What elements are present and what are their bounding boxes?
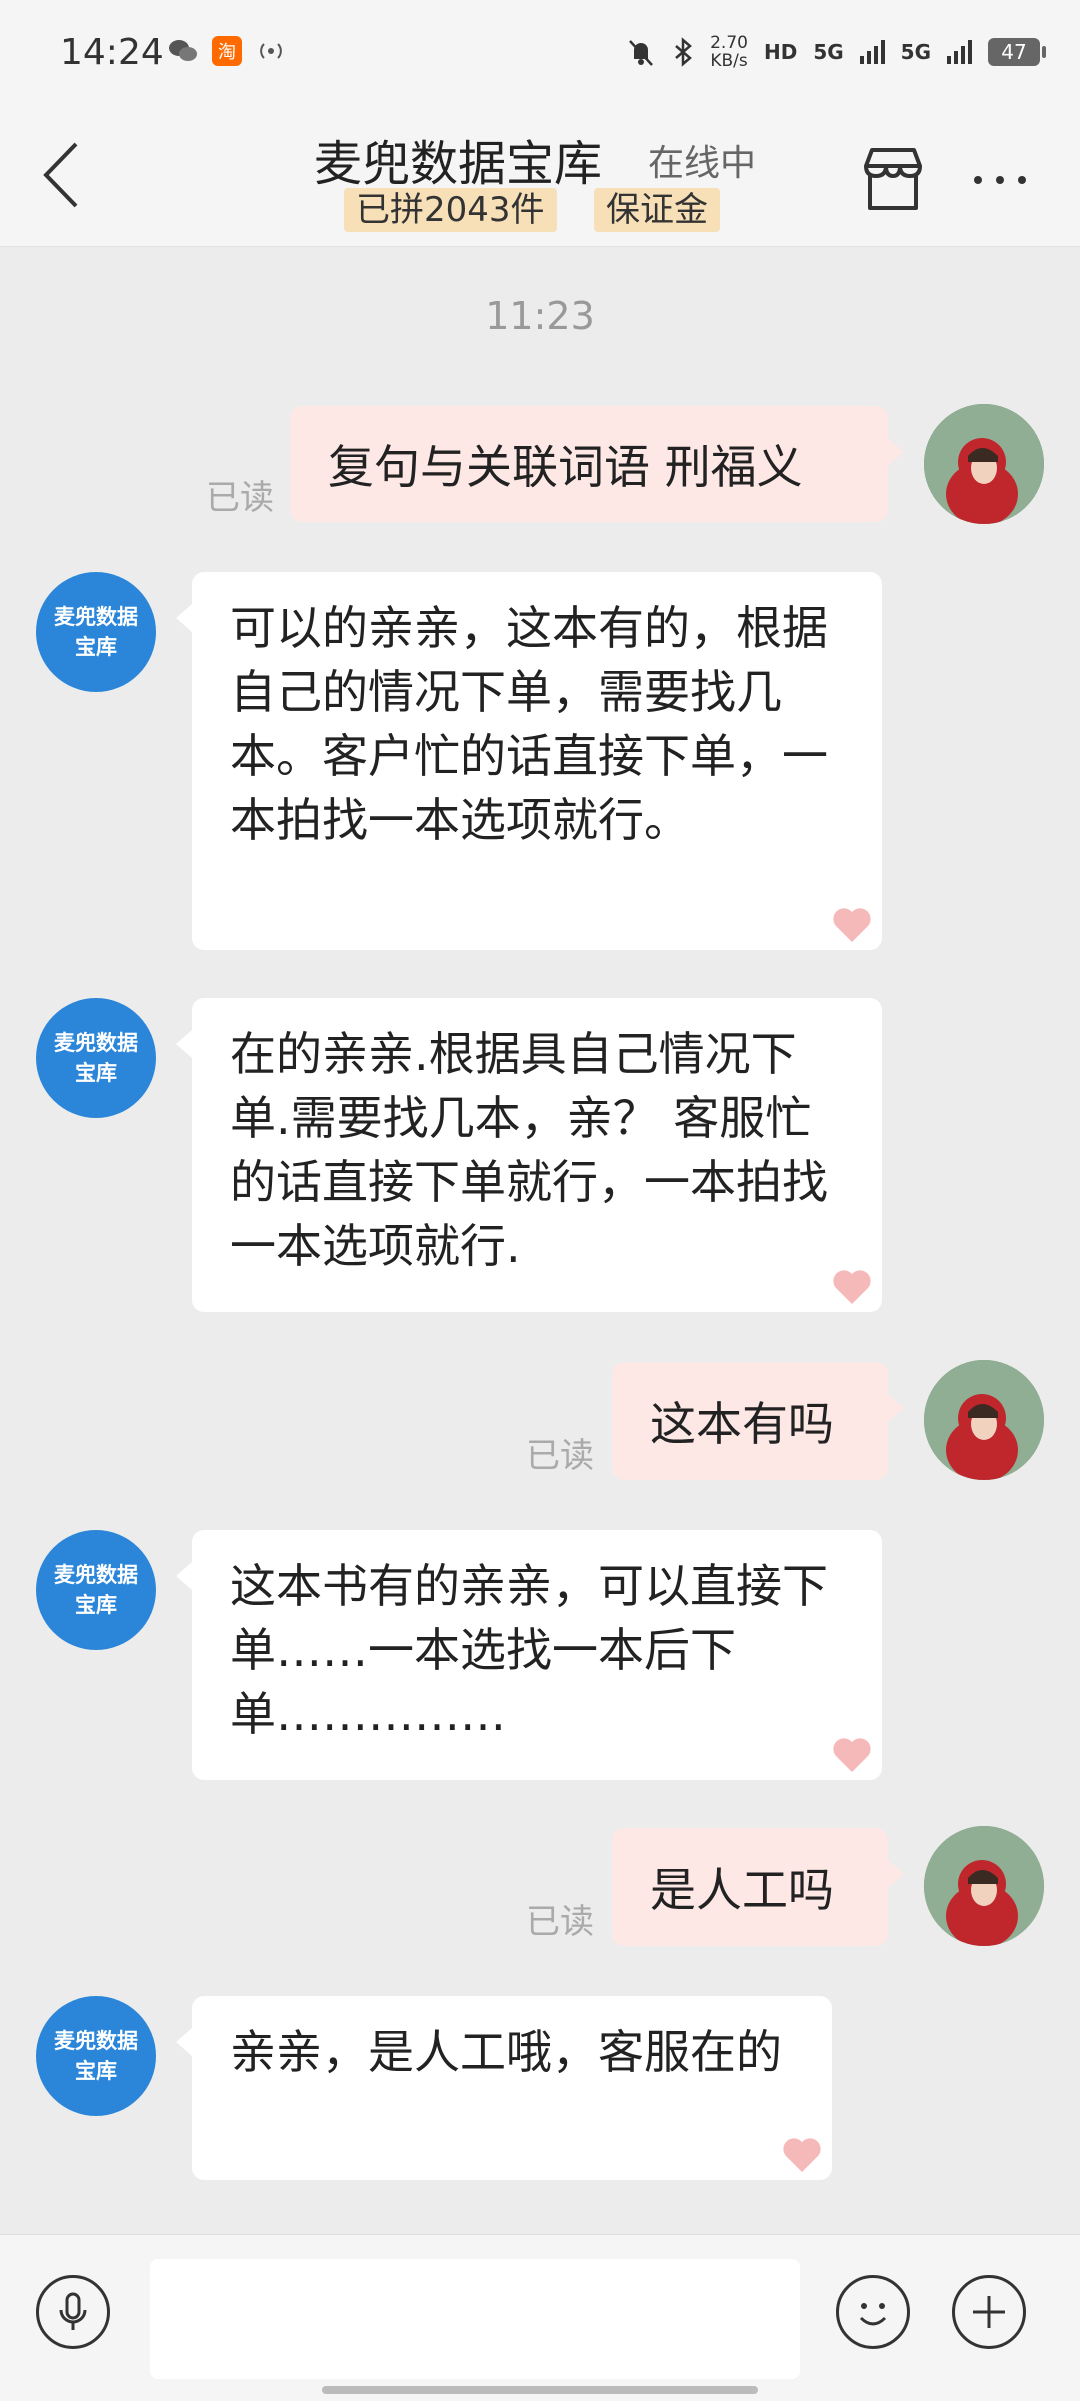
pin-watermark-icon xyxy=(833,1738,871,1772)
shop-avatar[interactable]: 麦兜数据 宝库 xyxy=(36,1996,156,2116)
user-avatar[interactable] xyxy=(924,1826,1044,1946)
hotspot-icon xyxy=(260,43,282,59)
voice-button[interactable] xyxy=(36,2275,110,2349)
store-icon[interactable] xyxy=(858,144,928,214)
signal-icon-2 xyxy=(947,40,972,64)
shop-avatar-line1: 麦兜数据 xyxy=(54,1563,138,1587)
user-avatar-image xyxy=(924,1360,1044,1480)
back-icon[interactable] xyxy=(36,130,96,220)
message-text: 复句与关联词语 刑福义 xyxy=(328,440,803,494)
speed-value: 2.70 xyxy=(710,33,748,53)
message-text: 在的亲亲.根据具自己情况下单.需要找几本，亲？ 客服忙的话直接下单就行，一本拍找… xyxy=(230,1027,828,1273)
bluetooth-icon xyxy=(675,37,693,67)
outgoing-message-bubble[interactable]: 复句与关联词语 刑福义 xyxy=(290,406,904,522)
incoming-message-bubble[interactable]: 这本书有的亲亲，可以直接下单……一本选找一本后下单…………… xyxy=(176,1530,882,1780)
wechat-icon xyxy=(169,40,197,61)
network-type-2: 5G xyxy=(900,40,931,64)
shop-name[interactable]: 麦兜数据宝库 xyxy=(314,124,602,194)
shop-avatar-line2: 宝库 xyxy=(75,635,117,659)
user-avatar[interactable] xyxy=(924,404,1044,524)
read-receipt: 已读 xyxy=(526,1902,594,1942)
pin-watermark-icon xyxy=(833,908,871,942)
smiley-icon xyxy=(859,2303,887,2326)
outgoing-message-bubble[interactable]: 这本有吗 xyxy=(612,1362,904,1480)
shop-avatar-line2: 宝库 xyxy=(75,1593,117,1617)
network-type-1: 5G xyxy=(813,40,844,64)
shop-avatar[interactable]: 麦兜数据 宝库 xyxy=(36,572,156,692)
status-right: 2.70 KB/s HD 5G 5G 47 xyxy=(626,34,1046,70)
online-status: 在线中 xyxy=(648,143,757,184)
message-text: 这本书有的亲亲，可以直接下单……一本选找一本后下单…………… xyxy=(230,1559,828,1741)
message-input[interactable] xyxy=(150,2259,800,2379)
microphone-icon xyxy=(59,2292,87,2330)
user-avatar-image xyxy=(924,1826,1044,1946)
network-speed: 2.70 KB/s xyxy=(710,34,748,70)
message-text: 可以的亲亲，这本有的，根据自己的情况下单，需要找几本。客户忙的话直接下单，一本拍… xyxy=(230,601,828,847)
shop-avatar-line2: 宝库 xyxy=(75,2059,117,2083)
read-receipt: 已读 xyxy=(206,478,274,518)
more-options-icon[interactable] xyxy=(960,160,1040,200)
chat-header: 麦兜数据宝库 在线中 已拼2043件 保证金 xyxy=(0,110,1080,247)
incoming-message-bubble[interactable]: 可以的亲亲，这本有的，根据自己的情况下单，需要找几本。客户忙的话直接下单，一本拍… xyxy=(176,572,882,950)
sales-badge: 已拼2043件 xyxy=(344,188,557,232)
incoming-message-bubble[interactable]: 亲亲，是人工哦，客服在的 xyxy=(176,1996,832,2180)
incoming-message-bubble[interactable]: 在的亲亲.根据具自己情况下单.需要找几本，亲？ 客服忙的话直接下单就行，一本拍找… xyxy=(176,998,882,1312)
plus-icon xyxy=(973,2296,1005,2328)
user-avatar-image xyxy=(924,404,1044,524)
read-receipt: 已读 xyxy=(526,1436,594,1476)
taobao-icon: 淘 xyxy=(212,36,242,66)
svg-text:淘: 淘 xyxy=(218,42,236,63)
speed-unit: KB/s xyxy=(710,51,748,71)
hd-label: HD xyxy=(763,40,798,64)
status-time: 14:24 xyxy=(60,32,164,73)
outgoing-message-bubble[interactable]: 是人工吗 xyxy=(612,1828,904,1946)
battery-icon: 47 xyxy=(988,38,1046,66)
message-text: 是人工吗 xyxy=(650,1863,834,1917)
shop-avatar[interactable]: 麦兜数据 宝库 xyxy=(36,1530,156,1650)
status-bar: 14:24 淘 2.70 KB/s HD 5G 5G 47 xyxy=(0,0,1080,110)
mute-bell-icon xyxy=(629,40,654,66)
home-indicator[interactable] xyxy=(322,2386,758,2394)
shop-avatar-line1: 麦兜数据 xyxy=(54,2029,138,2053)
shop-avatar-line1: 麦兜数据 xyxy=(54,605,138,629)
shop-avatar-line2: 宝库 xyxy=(75,1061,117,1085)
notification-icons: 淘 xyxy=(168,36,286,66)
chat-timestamp: 11:23 xyxy=(485,294,595,338)
input-bar xyxy=(0,2234,1080,2401)
user-avatar[interactable] xyxy=(924,1360,1044,1480)
emoji-button[interactable] xyxy=(836,2275,910,2349)
more-functions-button[interactable] xyxy=(952,2275,1026,2349)
pin-watermark-icon xyxy=(783,2138,821,2172)
message-text: 亲亲，是人工哦，客服在的 xyxy=(230,2025,782,2079)
shop-avatar[interactable]: 麦兜数据 宝库 xyxy=(36,998,156,1118)
shop-avatar-line1: 麦兜数据 xyxy=(54,1031,138,1055)
deposit-badge[interactable]: 保证金 xyxy=(594,188,720,232)
pin-watermark-icon xyxy=(833,1270,871,1304)
signal-icon-1 xyxy=(859,40,885,64)
message-text: 这本有吗 xyxy=(650,1397,834,1451)
